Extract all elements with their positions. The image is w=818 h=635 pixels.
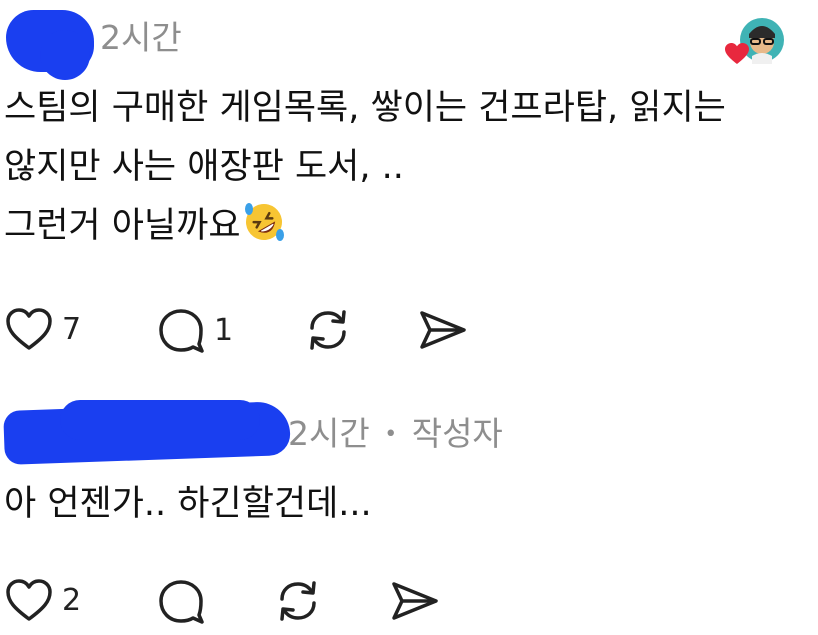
author-tag: 작성자 — [411, 414, 503, 453]
comment-line: 아 언젠가.. 하긴할건데... — [4, 484, 372, 524]
like-count: 2 — [62, 582, 82, 618]
redacted-username-tail — [40, 30, 90, 80]
repost-button[interactable] — [302, 306, 354, 354]
repost-button[interactable] — [272, 577, 324, 625]
comment-line-text: 그런거 아닐까요 — [4, 206, 241, 246]
repost-icon — [272, 577, 324, 625]
meta-separator: • — [384, 422, 398, 447]
heart-outline-icon — [4, 306, 54, 352]
reply-count: 1 — [214, 312, 234, 348]
like-count: 7 — [62, 311, 82, 347]
like-button[interactable]: 7 — [4, 306, 81, 352]
like-button[interactable]: 2 — [4, 577, 81, 623]
red-heart-icon — [724, 42, 750, 66]
share-button[interactable] — [414, 306, 470, 354]
reply-button[interactable]: 1 — [156, 306, 233, 354]
comment-time: 2시간 — [288, 414, 370, 453]
comment-line: 않지만 사는 애장판 도서, .. — [4, 147, 404, 187]
heart-outline-icon — [4, 577, 54, 623]
comment-meta: 2시간 • 작성자 — [288, 414, 503, 455]
rolling-laughing-emoji — [243, 201, 285, 243]
comment-line: 그런거 아닐까요 — [4, 200, 285, 253]
comment-time: 2시간 — [100, 18, 182, 57]
speech-bubble-icon — [156, 306, 206, 354]
redacted-username-overlap — [60, 400, 260, 440]
send-icon — [386, 577, 442, 625]
reply-button[interactable] — [156, 577, 206, 625]
share-button[interactable] — [386, 577, 442, 625]
comment-line: 스팀의 구매한 게임목록, 쌓이는 건프라탑, 읽지는 — [4, 88, 726, 128]
speech-bubble-icon — [156, 577, 206, 625]
repost-icon — [302, 306, 354, 354]
send-icon — [414, 306, 470, 354]
